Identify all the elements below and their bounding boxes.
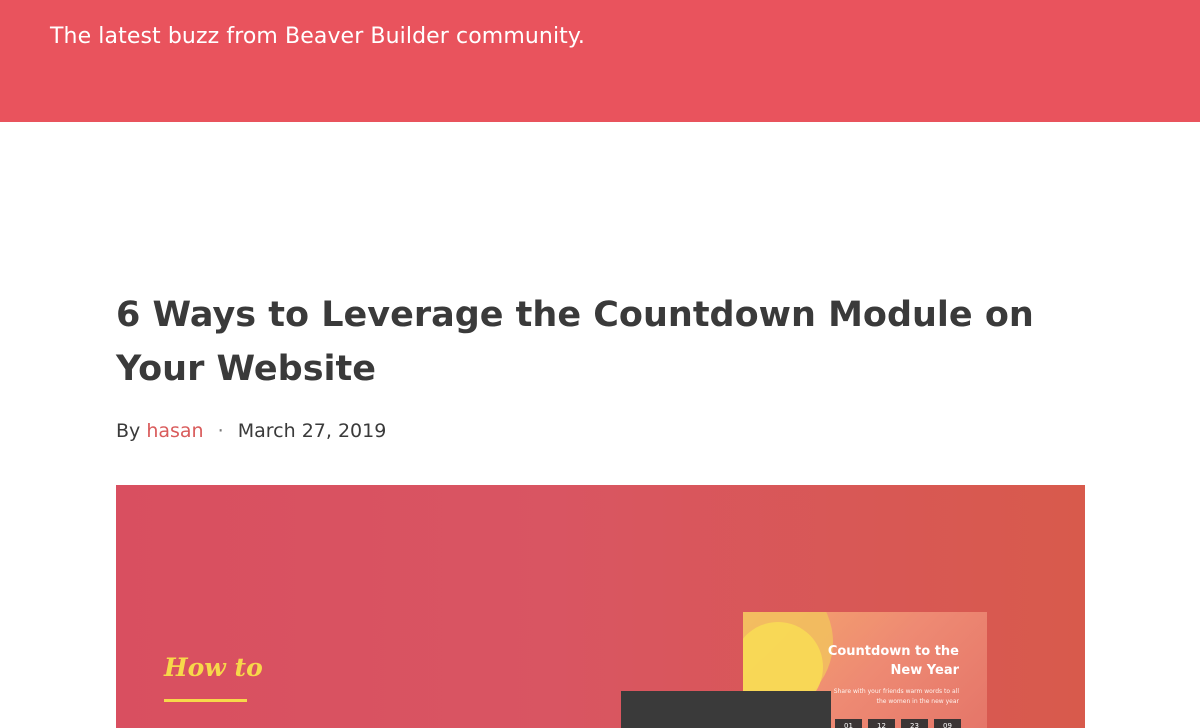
howto-underline <box>164 699 247 702</box>
meta-separator: · <box>217 420 224 442</box>
timer-box: 12 <box>868 719 895 728</box>
site-tagline: The latest buzz from Beaver Builder comm… <box>50 24 585 49</box>
by-label: By <box>116 420 141 442</box>
featured-image[interactable]: How to Countdown to the New Year Share w… <box>116 485 1085 728</box>
howto-text: How to <box>164 653 263 682</box>
card-title: Countdown to the New Year <box>827 644 959 678</box>
device-mockup <box>621 691 831 728</box>
post-date: March 27, 2019 <box>237 420 387 442</box>
post-title: 6 Ways to Leverage the Countdown Module … <box>116 295 1034 389</box>
timer-box: 09 <box>934 719 961 728</box>
header-banner: The latest buzz from Beaver Builder comm… <box>0 0 1200 122</box>
countdown-timer: 01 12 23 09 <box>835 719 961 728</box>
author-link[interactable]: hasan <box>146 420 203 442</box>
post-meta: By hasan · March 27, 2019 <box>116 420 386 442</box>
timer-box: 01 <box>835 719 862 728</box>
card-subtitle: Share with your friends warm words to al… <box>833 688 959 705</box>
timer-box: 23 <box>901 719 928 728</box>
